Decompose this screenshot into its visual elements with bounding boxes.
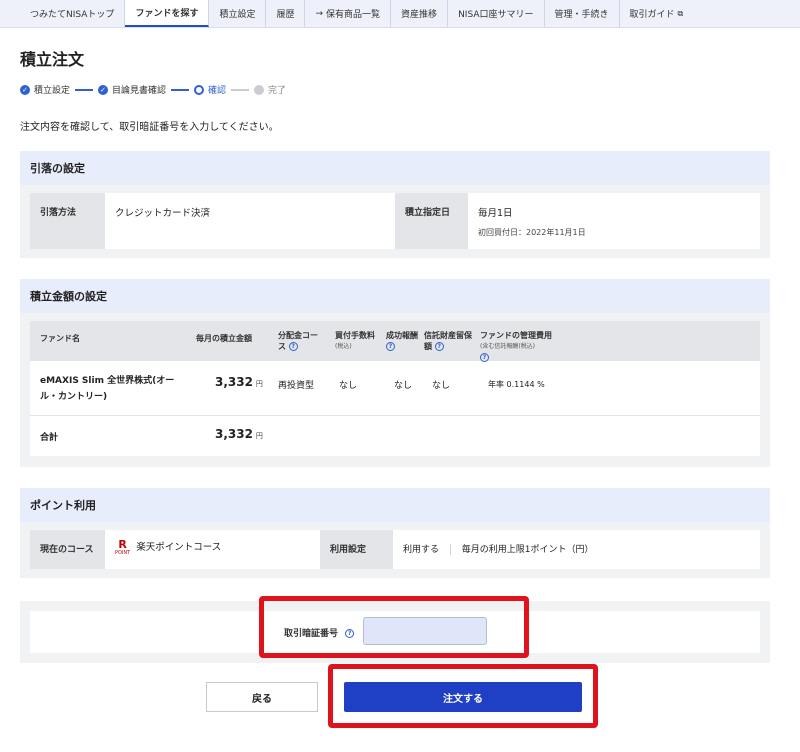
- step-label: 完了: [268, 86, 287, 96]
- check-icon: ✓: [98, 84, 109, 95]
- nav-label: ファンドを探す: [135, 9, 199, 19]
- column-header: ファンドの管理費用: [480, 331, 552, 340]
- nav-label: 管理・手続き: [554, 10, 609, 20]
- column-header-dist: 分配金コース ?: [278, 330, 320, 352]
- column-header-buy-fee: 買付手数料 (税込): [335, 330, 375, 352]
- column-header: 分配金コース: [278, 331, 318, 351]
- withdrawal-date-value: 毎月1日: [478, 208, 513, 219]
- step-connector: [75, 88, 94, 91]
- nav-item-history[interactable]: 履歴: [266, 0, 306, 27]
- place-order-button[interactable]: 注文する: [344, 682, 582, 712]
- table-header: ファンド名 毎月の積立金額 分配金コース ? 買付手数料 (税込) 成功報酬? 信…: [30, 321, 760, 363]
- nav-item-trading-guide[interactable]: 取引ガイド ⧉: [620, 0, 694, 27]
- logo-text: POINT: [115, 549, 131, 556]
- column-header-mgmt: ファンドの管理費用 (含む信託報酬(税込)?: [480, 330, 552, 363]
- withdrawal-row: 引落方法 クレジットカード決済 積立指定日 毎月1日 初回買付日：2022年11…: [30, 193, 760, 249]
- section-heading: 引落の設定: [20, 151, 770, 185]
- help-icon[interactable]: ?: [288, 342, 298, 351]
- column-header: 買付手数料: [335, 331, 375, 340]
- nav-item-accumulation-settings[interactable]: 積立設定: [209, 0, 267, 27]
- first-purchase-date: 初回買付日：2022年11月1日: [478, 228, 586, 237]
- total-amount-cell: 3,332 円: [215, 427, 263, 441]
- column-header: 毎月の積立金額: [196, 334, 252, 343]
- nav-label: 保有商品一覧: [326, 10, 381, 20]
- step-label: 目論見書確認: [112, 86, 167, 96]
- section-heading: ポイント利用: [20, 488, 770, 522]
- field-label: 引落方法: [30, 193, 105, 249]
- nav-label: 積立設定: [219, 10, 256, 20]
- column-header: 信託財産留保額: [424, 331, 472, 351]
- nav-item-nisa-top[interactable]: つみたてNISAトップ: [20, 0, 126, 27]
- logo-letter: R: [118, 537, 127, 551]
- check-icon: ✓: [20, 84, 30, 95]
- column-header-reserve: 信託財産留保額 ?: [424, 330, 476, 352]
- highlight-box-pin: [259, 596, 529, 658]
- monthly-amount-cell: 3,332 円: [215, 375, 263, 389]
- step-label: 積立設定: [34, 86, 71, 96]
- total-label: 合計: [40, 433, 59, 443]
- point-usage-cell: 利用する 毎月の利用上限1ポイント（円）: [393, 530, 760, 569]
- currency-unit: 円: [255, 432, 263, 440]
- instruction-text: 注文内容を確認して、取引暗証番号を入力してください。: [20, 122, 279, 133]
- point-usage-detail: 毎月の利用上限1ポイント（円）: [461, 545, 594, 555]
- help-icon[interactable]: ?: [434, 342, 444, 351]
- nav-item-holdings[interactable]: → 保有商品一覧: [305, 0, 392, 27]
- currency-unit: 円: [255, 380, 263, 388]
- fund-name: eMAXIS Slim 全世界株式(オール・カントリー): [40, 376, 175, 402]
- progress-steps: ✓ 積立設定 ✓ 目論見書確認 確認 完了: [20, 83, 286, 96]
- step-connector: [231, 88, 250, 91]
- point-usage-value: 利用する: [403, 545, 440, 555]
- amount-section: 積立金額の設定 ファンド名 毎月の積立金額 分配金コース ? 買付手数料 (税込)…: [20, 279, 770, 467]
- nav-label: NISA口座サマリー: [458, 10, 534, 20]
- nav-item-management[interactable]: 管理・手続き: [545, 0, 620, 27]
- buy-fee: なし: [339, 381, 358, 391]
- point-course-value: 楽天ポイントコース: [136, 542, 222, 553]
- step-label: 確認: [208, 86, 227, 96]
- back-button[interactable]: 戻る: [206, 682, 318, 712]
- nav-item-nisa-summary[interactable]: NISA口座サマリー: [448, 0, 545, 27]
- withdrawal-method-value: クレジットカード決済: [105, 193, 395, 249]
- withdrawal-date-cell: 毎月1日 初回買付日：2022年11月1日: [468, 193, 760, 249]
- table-row: eMAXIS Slim 全世界株式(オール・カントリー) 3,332 円 再投資…: [30, 361, 760, 416]
- help-icon[interactable]: ?: [386, 342, 395, 351]
- top-nav: つみたてNISAトップ ファンドを探す 積立設定 履歴 → 保有商品一覧 資産推移…: [0, 0, 800, 28]
- total-row: 合計 3,332 円: [30, 416, 760, 456]
- monthly-amount: 3,332: [215, 375, 253, 389]
- current-step-icon: [194, 84, 205, 95]
- column-subheader: (税込): [335, 343, 352, 350]
- management-fee: 年率 0.1144 %: [488, 380, 545, 389]
- nav-item-find-fund[interactable]: ファンドを探す: [125, 0, 210, 27]
- rakuten-point-logo: R POINT: [115, 537, 131, 556]
- total-amount: 3,332: [215, 427, 253, 441]
- page-title: 積立注文: [20, 50, 85, 69]
- nav-label: つみたてNISAトップ: [30, 10, 115, 20]
- nav-label: 取引ガイド: [629, 10, 675, 20]
- field-label: 積立指定日: [395, 193, 468, 249]
- divider: [449, 544, 451, 555]
- step-connector: [171, 88, 190, 91]
- fund-table: ファンド名 毎月の積立金額 分配金コース ? 買付手数料 (税込) 成功報酬? 信…: [30, 321, 760, 456]
- nav-label: 資産推移: [401, 10, 438, 20]
- field-label: 現在のコース: [30, 530, 105, 569]
- external-link-icon: ⧉: [677, 8, 684, 18]
- column-header-success-fee: 成功報酬?: [386, 330, 418, 352]
- column-subheader: (含む信託報酬(税込): [480, 343, 536, 350]
- pending-step-icon: [254, 84, 265, 95]
- column-header: 成功報酬: [386, 331, 418, 340]
- distribution-course: 再投資型: [278, 381, 315, 391]
- arrow-right-icon: →: [315, 8, 324, 19]
- point-course-cell: R POINT 楽天ポイントコース: [105, 530, 320, 569]
- nav-label: 履歴: [276, 10, 295, 20]
- column-header: ファンド名: [40, 334, 80, 343]
- trust-reserve: なし: [432, 381, 451, 391]
- point-row: 現在のコース R POINT 楽天ポイントコース 利用設定 利用する 毎月の利用上限…: [30, 530, 760, 569]
- point-section: ポイント利用 現在のコース R POINT 楽天ポイントコース 利用設定 利用する …: [20, 488, 770, 578]
- success-fee: なし: [394, 381, 413, 391]
- withdrawal-section: 引落の設定 引落方法 クレジットカード決済 積立指定日 毎月1日 初回買付日：2…: [20, 151, 770, 258]
- section-heading: 積立金額の設定: [20, 279, 770, 313]
- field-label: 利用設定: [320, 530, 393, 569]
- nav-item-asset-trend[interactable]: 資産推移: [391, 0, 449, 27]
